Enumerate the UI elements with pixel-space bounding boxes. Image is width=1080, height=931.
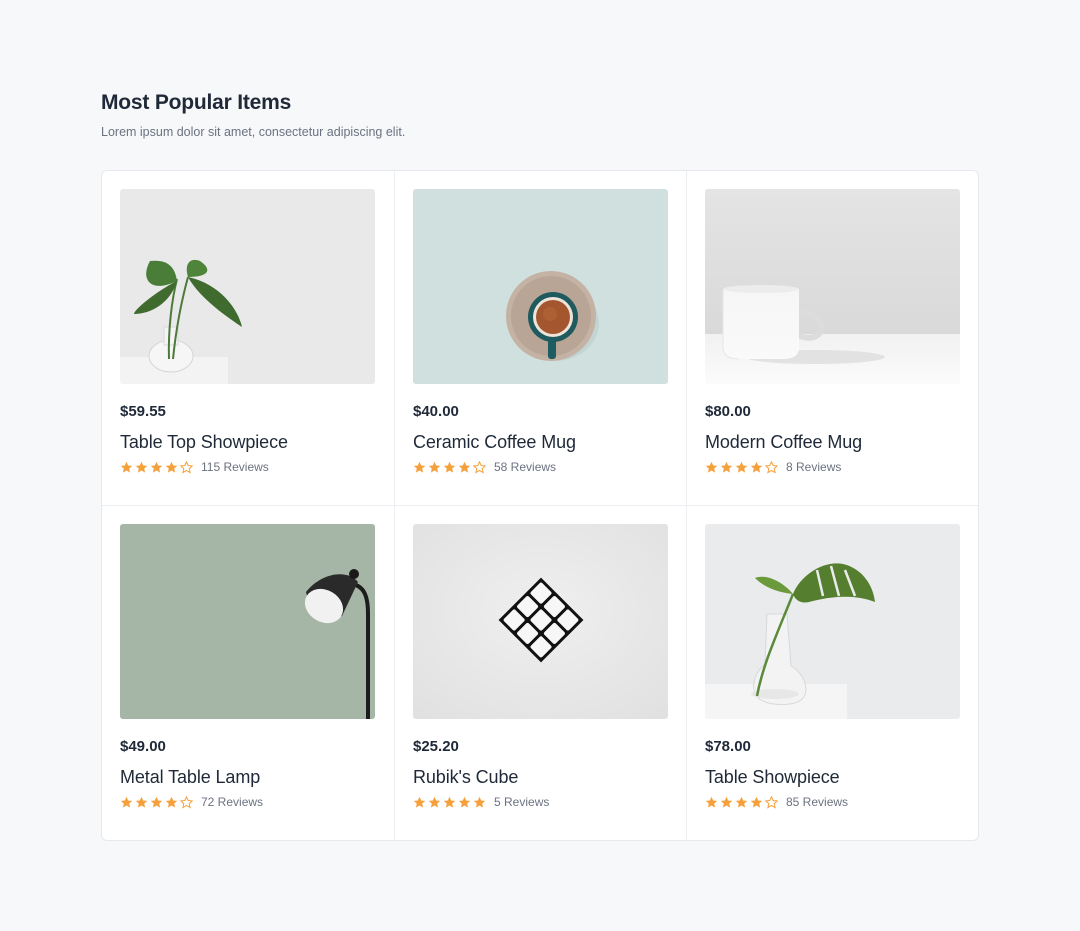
section-title: Most Popular Items xyxy=(101,91,292,114)
review-count[interactable]: 115 Reviews xyxy=(201,459,269,475)
product-card[interactable]: $49.00 Metal Table Lamp 72 Reviews xyxy=(102,506,395,840)
product-rating: 85 Reviews xyxy=(705,794,960,810)
star-filled-icon xyxy=(750,461,763,473)
star-empty-icon xyxy=(180,460,193,474)
star-filled-icon xyxy=(413,461,426,473)
product-rating: 58 Reviews xyxy=(413,459,668,475)
star-filled-icon xyxy=(428,796,441,808)
product-rating: 5 Reviews xyxy=(413,794,668,810)
floor-lamp-image xyxy=(120,524,375,719)
product-price: $59.55 xyxy=(120,403,166,420)
review-count[interactable]: 85 Reviews xyxy=(786,794,848,810)
product-card[interactable]: $59.55 Table Top Showpiece 115 Reviews xyxy=(102,171,395,506)
star-filled-icon xyxy=(705,461,718,473)
product-name[interactable]: Ceramic Coffee Mug xyxy=(413,431,668,453)
star-filled-icon xyxy=(428,461,441,473)
star-filled-icon xyxy=(135,461,148,473)
star-empty-icon xyxy=(765,460,778,474)
star-filled-icon xyxy=(705,796,718,808)
rating-stars xyxy=(413,460,486,474)
product-card[interactable]: $80.00 Modern Coffee Mug 8 Reviews xyxy=(687,171,978,506)
review-count[interactable]: 8 Reviews xyxy=(786,459,841,475)
product-price: $49.00 xyxy=(120,738,166,755)
star-filled-icon xyxy=(473,796,486,808)
review-count[interactable]: 5 Reviews xyxy=(494,794,549,810)
star-filled-icon xyxy=(735,461,748,473)
rating-stars xyxy=(705,460,778,474)
product-image[interactable] xyxy=(705,524,960,719)
plant-in-glass-vase-image xyxy=(120,189,375,384)
product-image[interactable] xyxy=(120,524,375,719)
product-card[interactable]: $78.00 Table Showpiece 85 Reviews xyxy=(687,506,978,840)
star-filled-icon xyxy=(458,461,471,473)
product-image[interactable] xyxy=(413,189,668,384)
product-name[interactable]: Modern Coffee Mug xyxy=(705,431,960,453)
popular-items-section: Most Popular Items Lorem ipsum dolor sit… xyxy=(101,88,979,841)
review-count[interactable]: 58 Reviews xyxy=(494,459,556,475)
star-filled-icon xyxy=(443,461,456,473)
product-name[interactable]: Metal Table Lamp xyxy=(120,766,376,788)
coffee-cup-top-view-image xyxy=(413,189,668,384)
product-price: $78.00 xyxy=(705,738,751,755)
star-empty-icon xyxy=(765,795,778,809)
product-rating: 115 Reviews xyxy=(120,459,376,475)
product-card[interactable]: $40.00 Ceramic Coffee Mug 58 Reviews xyxy=(395,171,687,506)
product-image[interactable] xyxy=(413,524,668,719)
white-mug-image xyxy=(705,189,960,384)
rating-stars xyxy=(120,795,193,809)
product-grid: $59.55 Table Top Showpiece 115 Reviews $… xyxy=(101,170,979,841)
star-filled-icon xyxy=(120,796,133,808)
star-filled-icon xyxy=(165,796,178,808)
product-price: $80.00 xyxy=(705,403,751,420)
product-name[interactable]: Table Top Showpiece xyxy=(120,431,376,453)
rubiks-cube-image xyxy=(413,524,668,719)
product-image[interactable] xyxy=(705,189,960,384)
product-rating: 8 Reviews xyxy=(705,459,960,475)
rating-stars xyxy=(705,795,778,809)
product-name[interactable]: Table Showpiece xyxy=(705,766,960,788)
product-price: $40.00 xyxy=(413,403,459,420)
section-subtitle: Lorem ipsum dolor sit amet, consectetur … xyxy=(101,125,406,139)
star-filled-icon xyxy=(150,796,163,808)
star-filled-icon xyxy=(165,461,178,473)
star-empty-icon xyxy=(473,460,486,474)
rating-stars xyxy=(120,460,193,474)
star-filled-icon xyxy=(750,796,763,808)
monstera-leaf-vase-image xyxy=(705,524,960,719)
product-price: $25.20 xyxy=(413,738,459,755)
star-filled-icon xyxy=(735,796,748,808)
star-empty-icon xyxy=(180,795,193,809)
product-card[interactable]: $25.20 Rubik's Cube 5 Reviews xyxy=(395,506,687,840)
star-filled-icon xyxy=(720,796,733,808)
star-filled-icon xyxy=(458,796,471,808)
star-filled-icon xyxy=(720,461,733,473)
product-image[interactable] xyxy=(120,189,375,384)
rating-stars xyxy=(413,796,486,809)
star-filled-icon xyxy=(120,461,133,473)
star-filled-icon xyxy=(443,796,456,808)
star-filled-icon xyxy=(150,461,163,473)
review-count[interactable]: 72 Reviews xyxy=(201,794,263,810)
star-filled-icon xyxy=(135,796,148,808)
product-rating: 72 Reviews xyxy=(120,794,376,810)
product-name[interactable]: Rubik's Cube xyxy=(413,766,668,788)
star-filled-icon xyxy=(413,796,426,808)
